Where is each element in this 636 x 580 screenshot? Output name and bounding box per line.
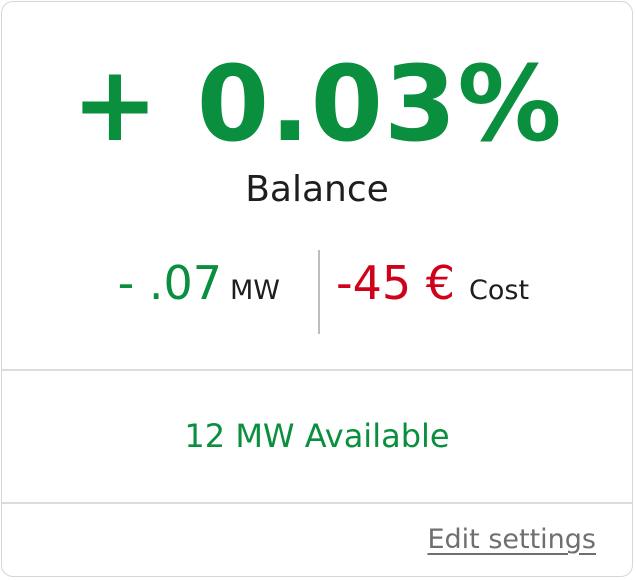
section-divider [2, 369, 632, 371]
available-capacity: 12 MW Available [184, 417, 450, 455]
cost-stat: -45 € Cost [320, 250, 529, 334]
stats-row: - .07 MW -45 € Cost [2, 250, 632, 334]
edit-settings-link[interactable]: Edit settings [427, 520, 596, 560]
balance-summary: + 0.03% Balance - .07 MW -45 € Cost [2, 2, 632, 370]
balance-label: Balance [245, 169, 389, 210]
footer-divider [2, 502, 632, 504]
mw-delta-stat: - .07 MW [118, 250, 314, 334]
mw-delta-unit: MW [230, 275, 280, 306]
balance-percent-change: + 0.03% [71, 43, 563, 165]
balance-card: + 0.03% Balance - .07 MW -45 € Cost 12 M… [1, 1, 633, 577]
mw-delta-value: - .07 [117, 256, 222, 310]
cost-value: -45 € [336, 256, 456, 310]
cost-label: Cost [469, 275, 530, 306]
